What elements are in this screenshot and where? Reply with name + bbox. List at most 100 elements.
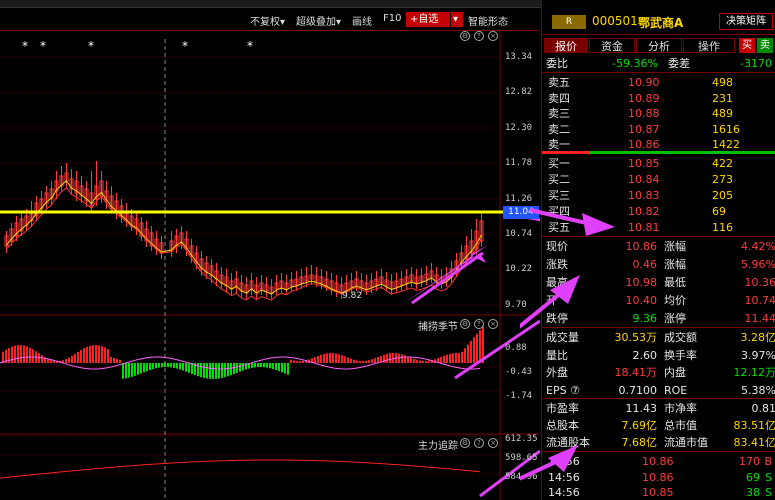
catch-season-bar: [179, 363, 181, 370]
bid-level-label: 买一: [548, 157, 570, 170]
catch-season-bar: [353, 359, 355, 363]
catch-season-bar: [320, 354, 322, 363]
main-force-line: [0, 459, 481, 479]
catch-season-bar: [185, 363, 187, 372]
ask-price: 10.90: [628, 76, 660, 89]
catch-season-bar: [341, 355, 343, 363]
catch-season-bar: [365, 360, 367, 363]
catch-season-bar: [374, 358, 376, 363]
sub2-close-icon[interactable]: ×: [488, 438, 498, 448]
catch-season-bar: [458, 353, 460, 363]
sub2-settings-icon[interactable]: ⚙: [460, 438, 470, 448]
catch-season-bar: [386, 353, 388, 363]
catch-season-bar: [122, 363, 124, 379]
catch-season-bar: [155, 363, 157, 369]
catch-season-bar: [401, 354, 403, 363]
catch-season-bar: [476, 333, 478, 363]
catch-season-bar: [278, 363, 280, 372]
catch-season-bar: [413, 358, 415, 363]
event-star-marker[interactable]: *: [88, 39, 94, 53]
tab-analysis[interactable]: 分析: [636, 38, 682, 53]
catch-season-bar: [95, 345, 97, 363]
adjust-select[interactable]: 不复权▾: [250, 13, 285, 28]
catch-season-bar: [98, 345, 100, 363]
kline-chart[interactable]: [0, 31, 540, 500]
sub1-close-icon[interactable]: ×: [488, 319, 498, 329]
catch-season-bar: [479, 330, 481, 363]
catch-season-bar: [425, 360, 427, 363]
smart-pattern-button[interactable]: 智能形态: [468, 13, 508, 28]
catch-season-bar: [221, 363, 223, 378]
tab-fund[interactable]: 资金: [589, 38, 635, 53]
ratio-label: 委比: [546, 57, 568, 70]
ask-volume: 1616: [712, 122, 740, 136]
sub1-help-icon[interactable]: ?: [474, 319, 484, 329]
catch-season-bar: [110, 356, 112, 363]
catch-season-bar: [176, 363, 178, 369]
catch-season-bar: [461, 351, 463, 363]
catch-season-bar: [209, 363, 211, 379]
tab-quote[interactable]: 报价: [544, 38, 588, 53]
catch-season-bar: [227, 363, 229, 377]
catch-season-bar: [188, 363, 190, 373]
catch-season-bar: [212, 363, 214, 379]
event-star-marker[interactable]: *: [182, 39, 188, 53]
close-icon[interactable]: ×: [488, 31, 498, 41]
catch-season-bar: [422, 360, 424, 363]
catch-season-bar: [335, 353, 337, 363]
overlay-arrows: [520, 208, 615, 481]
catch-season-bar: [14, 345, 16, 363]
catch-season-bar: [299, 360, 301, 363]
sub2-help-icon[interactable]: ?: [474, 438, 484, 448]
chart-toolbar: 不复权▾ 超级叠加▾ 画线 F10 +自选 ▾ 智能形态: [0, 9, 540, 31]
tab-operate[interactable]: 操作: [683, 38, 735, 53]
catch-season-bar: [392, 353, 394, 363]
catch-season-bar: [242, 363, 244, 371]
sell-button[interactable]: 卖: [757, 38, 773, 53]
catch-season-bar: [263, 363, 265, 368]
y-tick-label: 13.34: [505, 52, 533, 62]
ask-level-label: 卖五: [548, 76, 570, 89]
catch-season-bar: [83, 348, 85, 363]
ratio-value: -59.36%: [612, 57, 658, 70]
catch-season-bar: [284, 363, 286, 374]
catch-season-bar: [257, 363, 259, 368]
catch-season-bar: [77, 351, 79, 363]
stock-name: 鄂武商A: [638, 16, 684, 30]
add-favorite-button[interactable]: +自选: [406, 12, 450, 27]
buy-button[interactable]: 买: [739, 38, 755, 53]
catch-season-bar: [131, 363, 133, 377]
catch-season-bar: [404, 355, 406, 363]
decision-matrix-button[interactable]: 决策矩阵: [719, 13, 773, 30]
favorite-dropdown-icon[interactable]: ▾: [451, 12, 463, 27]
catch-season-bar: [296, 360, 298, 363]
catch-season-bar: [152, 363, 154, 370]
y-tick-label: 12.82: [505, 87, 533, 98]
catch-season-bar: [116, 358, 118, 363]
catch-season-bar: [17, 345, 19, 363]
event-star-marker[interactable]: *: [247, 39, 253, 53]
help-icon[interactable]: ?: [474, 31, 484, 41]
catch-season-bar: [230, 363, 232, 376]
event-star-marker[interactable]: *: [40, 39, 46, 53]
catch-season-bar: [236, 363, 238, 373]
catch-season-bar: [416, 359, 418, 363]
ask-price: 10.89: [628, 91, 660, 105]
draw-line-button[interactable]: 画线: [352, 13, 372, 28]
catch-season-bar: [104, 347, 106, 363]
catch-season-bar: [167, 363, 169, 368]
overlay-select[interactable]: 超级叠加▾: [296, 13, 341, 28]
catch-season-bar: [113, 357, 115, 363]
f10-button[interactable]: F10: [383, 13, 401, 24]
catch-season-bar: [290, 359, 292, 363]
settings-gear-icon[interactable]: ⚙: [460, 31, 470, 41]
catch-season-bar: [119, 359, 121, 363]
catch-season-bar: [71, 355, 73, 363]
catch-season-bar: [140, 363, 142, 374]
sub1-settings-icon[interactable]: ⚙: [460, 319, 470, 329]
catch-season-bar: [326, 353, 328, 363]
quote-tabs: 报价 资金 分析 操作 买 卖: [542, 36, 775, 54]
event-star-marker[interactable]: *: [22, 39, 28, 53]
catch-season-bar: [134, 363, 136, 376]
catch-season-bar: [158, 363, 160, 368]
